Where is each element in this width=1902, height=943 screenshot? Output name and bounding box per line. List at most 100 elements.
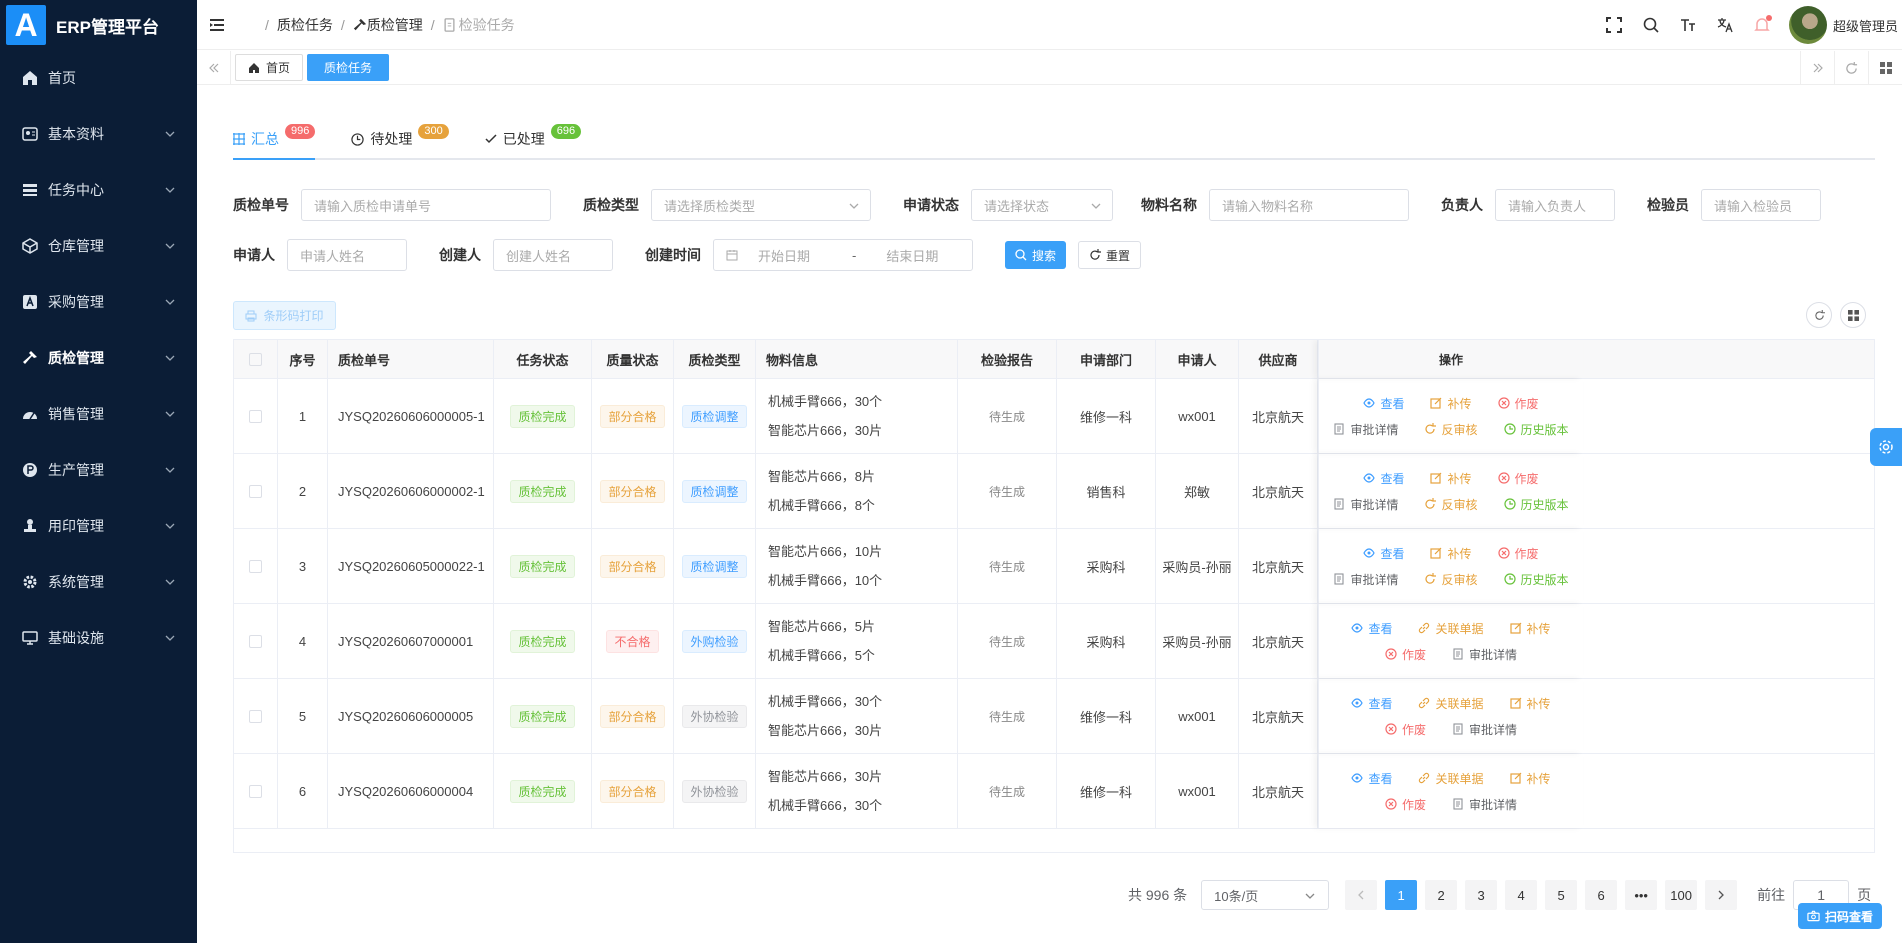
sidebar-item[interactable]: 质检管理 [0,330,197,386]
row-checkbox[interactable] [249,484,262,498]
row-action-button[interactable]: 关联单据 [1418,695,1484,712]
prev-page-button[interactable] [1345,880,1378,910]
row-checkbox[interactable] [249,634,262,648]
inspect-type-select[interactable]: 请选择质检类型 [651,189,871,221]
row-action-button[interactable]: 补传 [1430,395,1472,412]
row-checkbox[interactable] [249,559,262,573]
row-action-button[interactable]: 补传 [1509,770,1551,787]
row-action-button[interactable]: 作废 [1497,545,1539,562]
page-button[interactable]: 2 [1425,880,1458,910]
page-button[interactable]: 3 [1465,880,1498,910]
tag-home[interactable]: 首页 [235,54,304,81]
barcode-print-button[interactable]: 条形码打印 [233,301,336,330]
tag-inspection-task[interactable]: 质检任务 [307,54,390,81]
material-input[interactable]: 请输入物料名称 [1209,189,1409,221]
menu-toggle-icon[interactable] [209,17,225,33]
select-all-checkbox[interactable] [249,352,262,366]
bell-icon[interactable] [1752,15,1772,35]
page-button[interactable]: 100 [1665,880,1698,910]
row-action-button[interactable]: 查看 [1351,770,1392,787]
scan-view-button[interactable]: 扫码查看 [1798,903,1882,929]
sidebar-item[interactable]: 系统管理 [0,554,197,610]
font-size-icon[interactable] [1678,15,1698,35]
sidebar-item[interactable]: 基础设施 [0,610,197,666]
owner-input[interactable]: 请输入负责人 [1495,189,1615,221]
row-action-button[interactable]: 关联单据 [1418,770,1484,787]
row-action-button[interactable]: 历史版本 [1503,571,1569,588]
page-button[interactable]: 5 [1545,880,1578,910]
row-action-button[interactable]: 反审核 [1424,421,1478,438]
translate-icon[interactable] [1715,15,1735,35]
apply-status-select[interactable]: 请选择状态 [971,189,1113,221]
row-action-button[interactable]: 关联单据 [1418,620,1484,637]
page-button[interactable]: 4 [1505,880,1538,910]
next-page-button[interactable] [1705,880,1738,910]
fullscreen-icon[interactable] [1604,15,1624,35]
reset-button[interactable]: 重置 [1078,241,1142,269]
tab-pending[interactable]: 待处理 300 [351,120,449,158]
row-action-button[interactable]: 历史版本 [1503,496,1569,513]
sidebar-item[interactable]: 用印管理 [0,498,197,554]
table-row[interactable]: 6 JYSQ20260606000004 质检完成 部分合格 外协检验 智能芯片666，3… [234,754,1874,829]
row-checkbox[interactable] [249,709,262,723]
scroll-right-icon[interactable] [1800,51,1834,85]
table-row[interactable]: 1 JYSQ20260606000005-1 质检完成 部分合格 质检调整 机械手臂666… [234,379,1874,454]
tab-processed[interactable]: 已处理 696 [485,120,582,158]
row-action-button[interactable]: 补传 [1509,620,1551,637]
row-action-button[interactable]: 查看 [1351,695,1392,712]
row-action-button[interactable]: 补传 [1430,470,1472,487]
row-action-button[interactable]: 审批详情 [1333,496,1398,513]
row-action-button[interactable]: 审批详情 [1333,571,1398,588]
search-icon[interactable] [1641,15,1661,35]
settings-float-button[interactable] [1870,428,1902,466]
row-checkbox[interactable] [249,409,262,423]
row-action-button[interactable]: 作废 [1385,721,1426,738]
sidebar-item[interactable]: 首页 [0,50,197,106]
row-action-button[interactable]: 查看 [1363,395,1404,412]
row-action-button[interactable]: 作废 [1385,796,1426,813]
user-name[interactable]: 超级管理员 [1833,16,1898,35]
row-action-button[interactable]: 反审核 [1424,496,1478,513]
table-row[interactable]: 5 JYSQ20260606000005 质检完成 部分合格 外协检验 机械手臂666，3… [234,679,1874,754]
refresh-icon[interactable] [1834,51,1868,85]
table-row[interactable]: 2 JYSQ20260606000002-1 质检完成 部分合格 质检调整 智能芯片666… [234,454,1874,529]
row-action-button[interactable]: 审批详情 [1452,796,1517,813]
row-action-button[interactable]: 作废 [1385,646,1426,663]
breadcrumb-item[interactable]: 质检管理 [353,15,423,35]
inspect-no-input[interactable]: 请输入质检申请单号 [301,189,551,221]
row-action-button[interactable]: 审批详情 [1452,646,1517,663]
column-settings-button[interactable] [1840,302,1866,328]
page-button[interactable]: ••• [1625,880,1658,910]
row-action-button[interactable]: 审批详情 [1333,421,1398,438]
grid-menu-icon[interactable] [1868,51,1902,85]
page-size-select[interactable]: 10条/页 [1201,880,1330,910]
row-action-button[interactable]: 补传 [1509,695,1551,712]
search-button[interactable]: 搜索 [1005,241,1067,269]
row-action-button[interactable]: 历史版本 [1503,421,1569,438]
creator-input[interactable]: 创建人姓名 [493,239,613,271]
sidebar-item[interactable]: 生产管理 [0,442,197,498]
row-action-button[interactable]: 查看 [1351,620,1392,637]
inspector-input[interactable]: 请输入检验员 [1701,189,1821,221]
table-refresh-button[interactable] [1806,302,1832,328]
applicant-input[interactable]: 申请人姓名 [287,239,407,271]
row-checkbox[interactable] [249,784,262,798]
row-action-button[interactable]: 作废 [1497,470,1539,487]
scroll-left-icon[interactable] [197,50,231,85]
table-row[interactable]: 3 JYSQ20260605000022-1 质检完成 部分合格 质检调整 智能芯片666… [234,529,1874,604]
sidebar-item[interactable]: 任务中心 [0,162,197,218]
date-range-picker[interactable]: 开始日期 - 结束日期 [713,239,973,271]
sidebar-item[interactable]: 基本资料 [0,106,197,162]
tab-summary[interactable]: 汇总 996 [233,120,316,160]
sidebar-item[interactable]: 采购管理 [0,274,197,330]
row-action-button[interactable]: 反审核 [1424,571,1478,588]
sidebar-item[interactable]: 仓库管理 [0,218,197,274]
row-action-button[interactable]: 作废 [1497,395,1539,412]
avatar[interactable] [1788,6,1827,44]
row-action-button[interactable]: 审批详情 [1452,721,1517,738]
logo[interactable]: A ERP管理平台 [0,0,197,50]
row-action-button[interactable]: 查看 [1363,545,1404,562]
breadcrumb-item[interactable]: 质检任务 [277,15,333,35]
row-action-button[interactable]: 补传 [1430,545,1472,562]
page-button[interactable]: 6 [1585,880,1618,910]
